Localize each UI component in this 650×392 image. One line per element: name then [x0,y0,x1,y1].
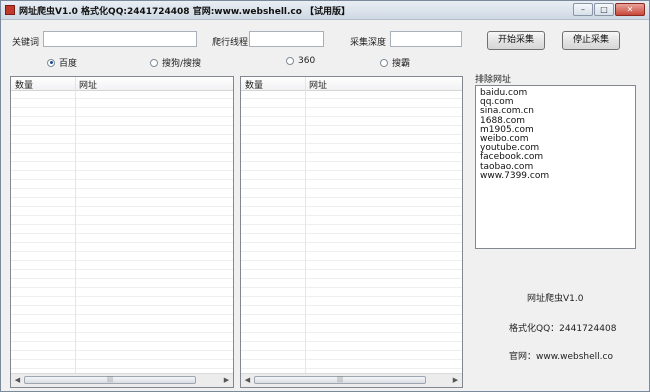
scrollbar-thumb[interactable]: ||| [24,376,196,384]
scroll-right-arrow-icon[interactable]: ▶ [449,374,462,386]
horizontal-scrollbar[interactable]: ◀ ||| ▶ [11,373,233,387]
minimize-button[interactable]: – [573,3,593,16]
radio-unselected-icon [286,57,294,65]
close-button[interactable]: ✕ [615,3,645,16]
list-body [241,90,462,374]
exclude-title: 排除网址 [475,75,512,85]
depth-input[interactable] [390,31,462,47]
radio-unselected-icon [380,58,388,67]
radio-unselected-icon [150,58,158,67]
column-gridline [305,90,306,374]
scroll-left-arrow-icon[interactable]: ◀ [241,374,254,386]
radio-selected-icon [47,58,55,67]
app-icon [5,5,15,15]
maximize-button[interactable]: □ [594,3,614,16]
result-list-left[interactable]: 数量 网址 ◀ ||| ▶ [10,76,234,388]
keyword-input[interactable] [43,31,197,47]
engine-radio-souba[interactable]: 搜霸 [380,56,410,69]
engine-label: 搜狗/搜搜 [162,59,202,69]
start-button[interactable]: 开始采集 [487,31,545,50]
engine-label: 百度 [59,59,78,69]
list-header: 数量 网址 [241,77,462,91]
scroll-left-arrow-icon[interactable]: ◀ [11,374,24,386]
app-version-text: 网址爬虫V1.0 [527,294,584,304]
engine-label: 360 [298,56,316,66]
scrollbar-thumb[interactable]: ||| [254,376,426,384]
engine-label: 搜霸 [392,59,411,69]
column-divider [75,77,76,90]
depth-label: 采集深度 [350,38,387,48]
engine-radio-360[interactable]: 360 [286,56,315,66]
scroll-right-arrow-icon[interactable]: ▶ [220,374,233,386]
column-divider [305,77,306,90]
engine-radio-sogou[interactable]: 搜狗/搜搜 [150,56,201,69]
column-gridline [75,90,76,374]
stop-button[interactable]: 停止采集 [562,31,620,50]
engine-radio-baidu[interactable]: 百度 [47,56,77,69]
title-bar: 网址爬虫V1.0 格式化QQ:2441724408 官网:www.webshel… [1,1,649,20]
list-header: 数量 网址 [11,77,233,91]
app-window: 网址爬虫V1.0 格式化QQ:2441724408 官网:www.webshel… [0,0,650,392]
horizontal-scrollbar[interactable]: ◀ ||| ▶ [241,373,462,387]
result-list-right[interactable]: 数量 网址 ◀ ||| ▶ [240,76,463,388]
keyword-label: 关键词 [12,38,40,48]
exclude-textarea[interactable]: baidu.com qq.com sina.com.cn 1688.com m1… [475,85,636,249]
threads-label: 爬行线程 [212,38,249,48]
qq-text: 格式化QQ：2441724408 [509,324,617,334]
website-text: 官网：www.webshell.co [509,352,613,362]
window-title: 网址爬虫V1.0 格式化QQ:2441724408 官网:www.webshel… [19,7,351,17]
threads-input[interactable] [249,31,324,47]
list-body [11,90,233,374]
exclude-url: www.7399.com [480,170,550,181]
window-controls: – □ ✕ [572,3,645,16]
